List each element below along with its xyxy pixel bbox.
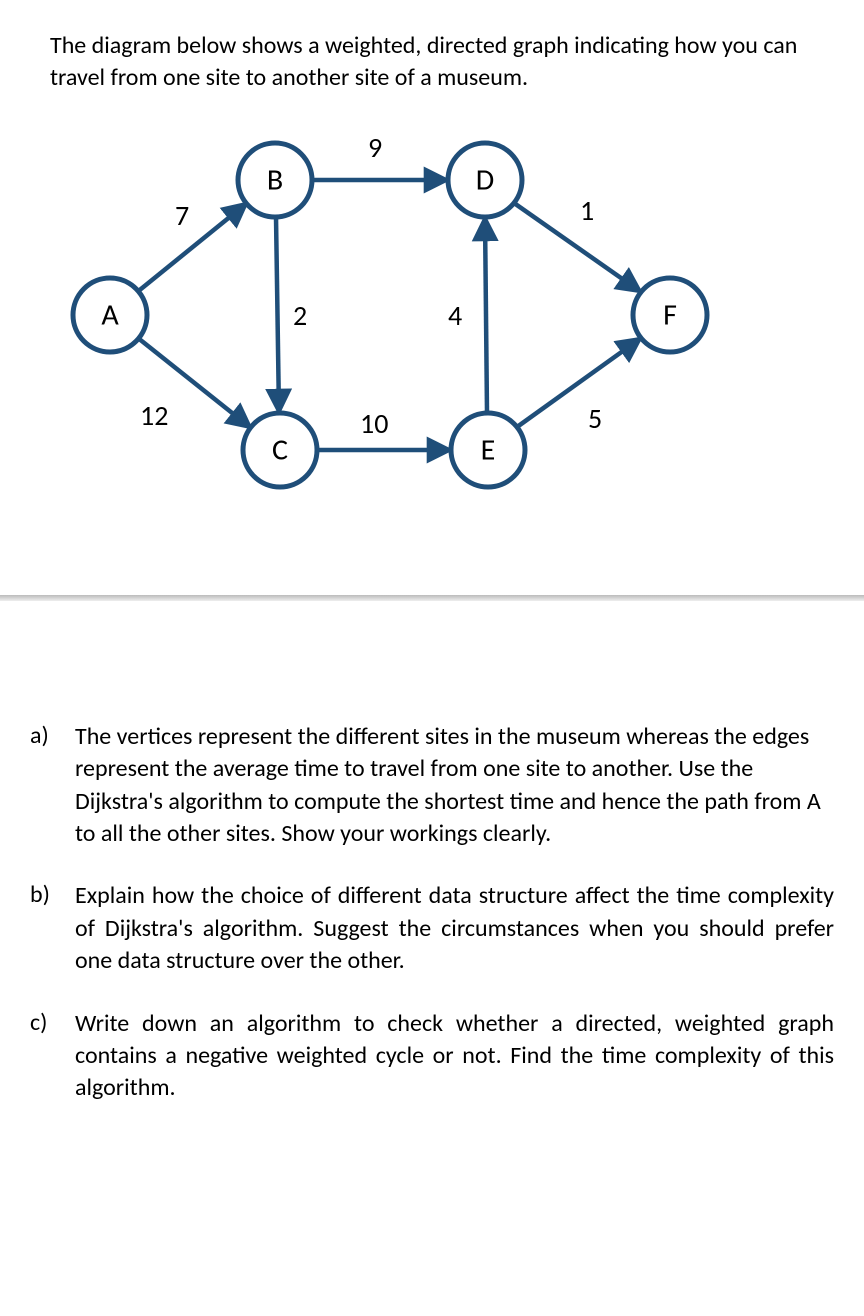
edge-D-F [514, 203, 641, 292]
node-B-label: B [267, 161, 283, 198]
weight-C-E: 10 [360, 406, 388, 441]
question-a-text: The vertices represent the different sit… [75, 721, 834, 851]
question-c: c) Write down an algorithm to check whet… [30, 1008, 834, 1105]
question-c-label: c) [30, 1008, 75, 1105]
node-E-label: E [481, 431, 496, 468]
question-b-text: Explain how the choice of different data… [75, 880, 834, 977]
weight-A-B: 7 [175, 198, 189, 233]
question-list: a) The vertices represent the different … [0, 721, 864, 1175]
edge-B-C [276, 217, 279, 413]
question-b-label: b) [30, 880, 75, 977]
node-F-label: F [663, 296, 677, 333]
intro-paragraph: The diagram below shows a weighted, dire… [0, 0, 864, 105]
weight-B-C: 2 [293, 298, 307, 333]
weight-A-C: 12 [140, 398, 168, 433]
edge-E-F [517, 338, 641, 427]
question-a-label: a) [30, 721, 75, 851]
section-divider [0, 595, 864, 601]
weight-E-F: 5 [588, 401, 602, 436]
question-c-text: Write down an algorithm to check whether… [75, 1008, 834, 1105]
weight-D-F: 1 [580, 193, 594, 228]
node-C-label: C [272, 431, 288, 468]
weighted-directed-graph: A B C D E F 7 12 2 9 10 4 1 5 [50, 125, 730, 525]
node-D-label: D [476, 161, 494, 198]
graph-diagram: A B C D E F 7 12 2 9 10 4 1 5 [0, 105, 864, 555]
edge-E-D [485, 217, 487, 413]
weight-E-D: 4 [448, 298, 462, 333]
weight-B-D: 9 [368, 130, 382, 165]
edge-A-B [136, 203, 247, 293]
intro-text: The diagram below shows a weighted, dire… [50, 31, 797, 92]
question-a: a) The vertices represent the different … [30, 721, 834, 851]
node-A-label: A [101, 296, 119, 333]
question-b: b) Explain how the choice of different d… [30, 880, 834, 977]
